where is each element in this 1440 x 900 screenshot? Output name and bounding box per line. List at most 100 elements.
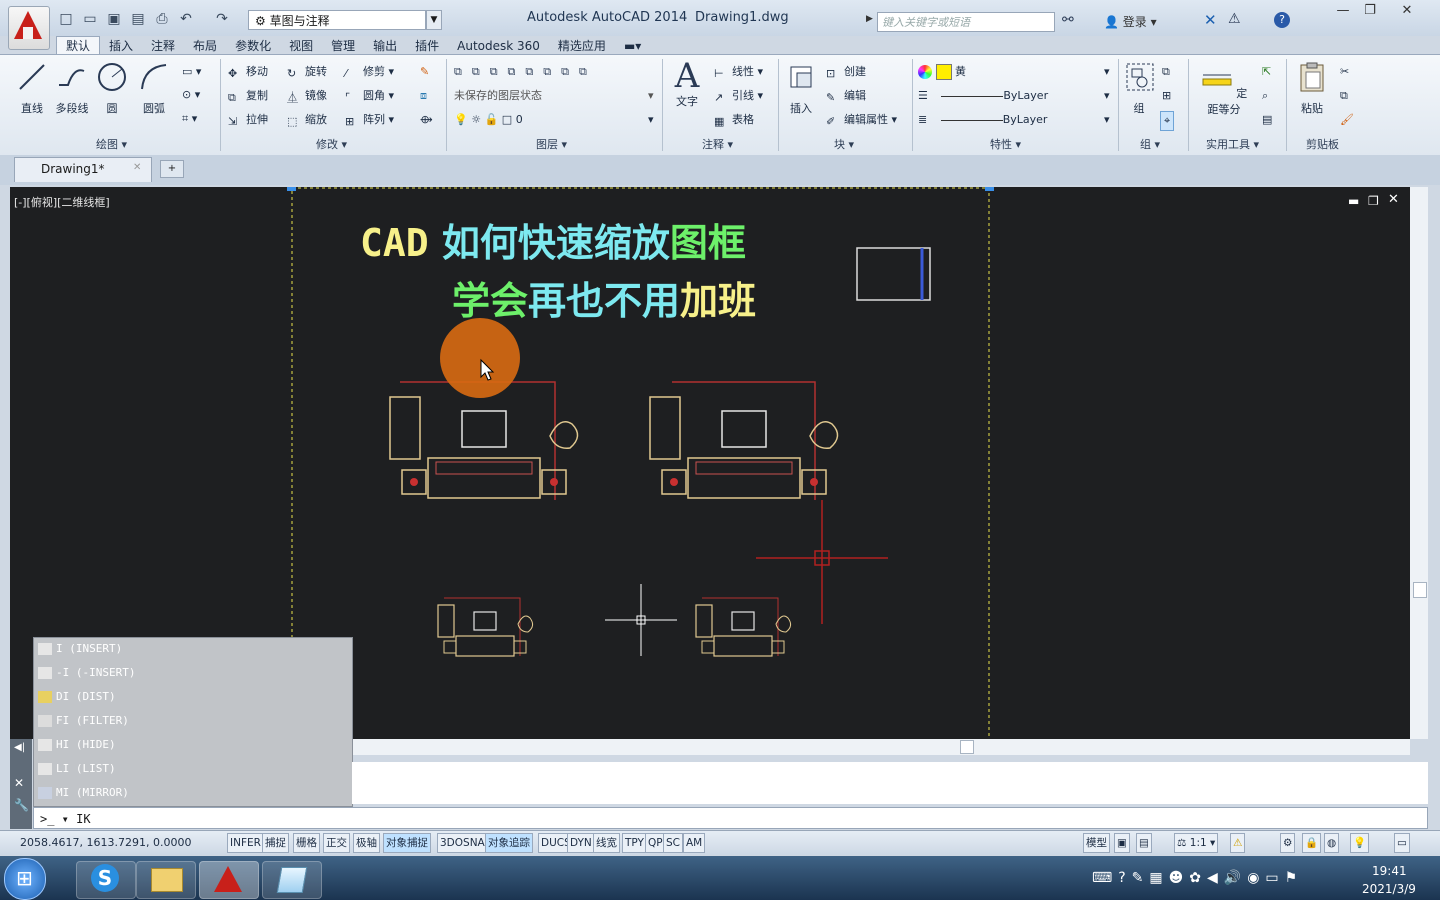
search-expand-icon[interactable]: ▶ bbox=[866, 14, 873, 24]
status-toggle[interactable]: 栅格 bbox=[293, 833, 320, 853]
modify-panel-label[interactable]: 修改 ▾ bbox=[316, 136, 347, 152]
rectangle-tool[interactable]: ▭ ▾ bbox=[182, 63, 201, 81]
layout-icon[interactable]: ▣ bbox=[1114, 833, 1130, 853]
undo-icon[interactable]: ↶ bbox=[178, 11, 194, 27]
clean-screen-icon[interactable]: ▭ bbox=[1394, 833, 1410, 853]
isolate-objects-icon[interactable]: 💡 bbox=[1350, 833, 1370, 853]
tab-insert[interactable]: 插入 bbox=[100, 37, 142, 55]
block-panel-label[interactable]: 块 ▾ bbox=[834, 136, 854, 152]
scroll-thumb[interactable] bbox=[960, 740, 974, 754]
close-command-icon[interactable]: ✕ bbox=[14, 776, 24, 790]
calculator-icon[interactable]: ▤ bbox=[1262, 111, 1272, 129]
login-button[interactable]: 👤 登录 ▾ bbox=[1104, 13, 1157, 30]
help-icon[interactable]: ? bbox=[1274, 12, 1290, 28]
line-button[interactable]: 直线 bbox=[16, 61, 48, 116]
clipboard-panel-label[interactable]: 剪贴板 bbox=[1306, 136, 1339, 152]
layer-select[interactable]: 💡 ☼ 🔓 □ 0 ▾ bbox=[454, 111, 654, 129]
insert-block-button[interactable]: 插入 bbox=[784, 61, 818, 116]
properties-panel-label[interactable]: 特性 ▾ bbox=[990, 136, 1021, 152]
drawing-frame[interactable] bbox=[291, 187, 990, 739]
hardware-acceleration-icon[interactable]: ◍ bbox=[1324, 833, 1340, 853]
new-tab-icon[interactable]: + bbox=[160, 160, 184, 178]
quick-view-icon[interactable]: ▤ bbox=[1136, 833, 1152, 853]
chevron-down-icon[interactable]: ▼ bbox=[426, 10, 442, 30]
tab-autodesk-360[interactable]: Autodesk 360 bbox=[448, 37, 549, 55]
vertical-scrollbar[interactable] bbox=[1410, 187, 1428, 739]
move-button[interactable]: ✥ 移动 bbox=[228, 63, 268, 81]
autocomplete-item[interactable]: I (INSERT) bbox=[38, 638, 122, 660]
boundary-tool[interactable]: ⌗ ▾ bbox=[182, 110, 197, 128]
binoculars-icon[interactable]: ⚯ bbox=[1062, 12, 1074, 28]
status-toggle[interactable]: INFER bbox=[227, 833, 264, 853]
paste-button[interactable]: 粘贴 bbox=[1294, 61, 1330, 116]
quick-select-icon[interactable]: ⇱ bbox=[1262, 63, 1271, 81]
trim-button[interactable]: ⁄ 修剪 ▾ bbox=[345, 63, 394, 81]
layer-state-select[interactable]: 未保存的图层状态 ▾ bbox=[454, 87, 654, 105]
redo-icon[interactable]: ↷ bbox=[214, 11, 230, 27]
tab-manage[interactable]: 管理 bbox=[322, 37, 364, 55]
measure-divide-button[interactable]: 定距等分 bbox=[1196, 61, 1252, 117]
erase-icon[interactable]: ✎ bbox=[420, 63, 429, 81]
ungroup-icon[interactable]: ⧉ bbox=[1162, 63, 1170, 81]
workspace-switch-icon[interactable]: ⚙ bbox=[1280, 833, 1296, 853]
mirror-button[interactable]: ⏅ 镜像 bbox=[287, 87, 327, 105]
minimize-button[interactable]: — bbox=[1330, 2, 1356, 20]
cut-icon[interactable]: ✂ bbox=[1340, 63, 1349, 81]
arc-button[interactable]: 圆弧 bbox=[138, 61, 170, 116]
wrench-icon[interactable]: 🔧 bbox=[14, 798, 29, 812]
layer-tools-row[interactable]: ⧉⧉⧉⧉⧉⧉⧉⧉ bbox=[454, 63, 597, 81]
offset-icon[interactable]: ⧈ bbox=[420, 87, 427, 105]
match-properties-icon[interactable]: 🖌 bbox=[1340, 111, 1354, 129]
annotation-scale-button[interactable]: ⚖ 1:1 ▾ bbox=[1174, 833, 1219, 853]
status-toggle[interactable]: 对象捕捉 bbox=[383, 833, 431, 853]
tab-plugins[interactable]: 插件 bbox=[406, 37, 448, 55]
array-button[interactable]: ⊞ 阵列 ▾ bbox=[345, 111, 394, 129]
clock-time[interactable]: 19:41 bbox=[1372, 864, 1407, 878]
linetype-select[interactable]: ☰ ByLayer ▾ bbox=[918, 87, 1114, 105]
group-edit-icon[interactable]: ⊞ bbox=[1162, 87, 1171, 105]
status-toggle[interactable]: TPY bbox=[622, 833, 647, 853]
status-toggle[interactable]: SC bbox=[663, 833, 683, 853]
group-button[interactable]: 组 bbox=[1124, 61, 1154, 116]
copy-clip-icon[interactable]: ⧉ bbox=[1340, 87, 1348, 105]
autocomplete-item[interactable]: HI (HIDE) bbox=[38, 734, 116, 756]
fillet-button[interactable]: ⌜ 圆角 ▾ bbox=[345, 87, 394, 105]
linear-dim-button[interactable]: ⊢ 线性 ▾ bbox=[714, 63, 763, 81]
explode-icon[interactable]: ⟴ bbox=[420, 111, 433, 129]
status-toggle[interactable]: 捕捉 bbox=[262, 833, 289, 853]
status-toggle[interactable]: 线宽 bbox=[593, 833, 620, 853]
taskbar-app-autocad[interactable] bbox=[199, 861, 259, 899]
layout-first-icon[interactable]: ◀| bbox=[14, 742, 25, 753]
status-toggle[interactable]: 正交 bbox=[323, 833, 350, 853]
stretch-button[interactable]: ⇲ 拉伸 bbox=[228, 111, 268, 129]
grip-handle[interactable] bbox=[287, 187, 296, 191]
autocomplete-item[interactable]: DI (DIST) bbox=[38, 686, 116, 708]
edit-block-button[interactable]: ✎ 编辑 bbox=[826, 87, 866, 105]
status-toggle[interactable]: 对象追踪 bbox=[485, 833, 533, 853]
annotation-panel-label[interactable]: 注释 ▾ bbox=[702, 136, 733, 152]
taskbar-app-skype[interactable]: S bbox=[76, 861, 136, 899]
table-button[interactable]: ▦ 表格 bbox=[714, 111, 754, 129]
lock-ui-icon[interactable]: 🔒 bbox=[1302, 833, 1322, 853]
id-point-icon[interactable]: ⌕ bbox=[1262, 87, 1268, 105]
status-toggle[interactable]: AM bbox=[683, 833, 706, 853]
stay-connected-icon[interactable]: ⚠ bbox=[1228, 11, 1241, 27]
status-toggle[interactable]: 极轴 bbox=[353, 833, 380, 853]
scale-button[interactable]: ⬚ 缩放 bbox=[287, 111, 327, 129]
circle-button[interactable]: 圆 bbox=[96, 61, 128, 116]
tab-parametric[interactable]: 参数化 bbox=[226, 37, 280, 55]
copy-button[interactable]: ⧉ 复制 bbox=[228, 87, 268, 105]
taskbar-app-notes[interactable] bbox=[262, 861, 322, 899]
groups-panel-label[interactable]: 组 ▾ bbox=[1140, 136, 1160, 152]
group-select-toggle-icon[interactable]: ⌖ bbox=[1160, 111, 1175, 131]
coordinates-readout[interactable]: 2058.4617, 1613.7291, 0.0000 bbox=[20, 836, 191, 849]
tab-layout[interactable]: 布局 bbox=[184, 37, 226, 55]
tab-featured-apps[interactable]: 精选应用 bbox=[549, 37, 615, 55]
plot-icon[interactable]: ⎙ bbox=[154, 11, 170, 27]
exchange-icon[interactable]: ✕ bbox=[1204, 11, 1217, 29]
new-file-icon[interactable]: □ bbox=[58, 11, 74, 27]
grip-handle[interactable] bbox=[985, 187, 994, 191]
open-file-icon[interactable]: ▭ bbox=[82, 11, 98, 27]
tab-default[interactable]: 默认 bbox=[56, 36, 101, 55]
autocomplete-item[interactable]: FI (FILTER) bbox=[38, 710, 129, 732]
